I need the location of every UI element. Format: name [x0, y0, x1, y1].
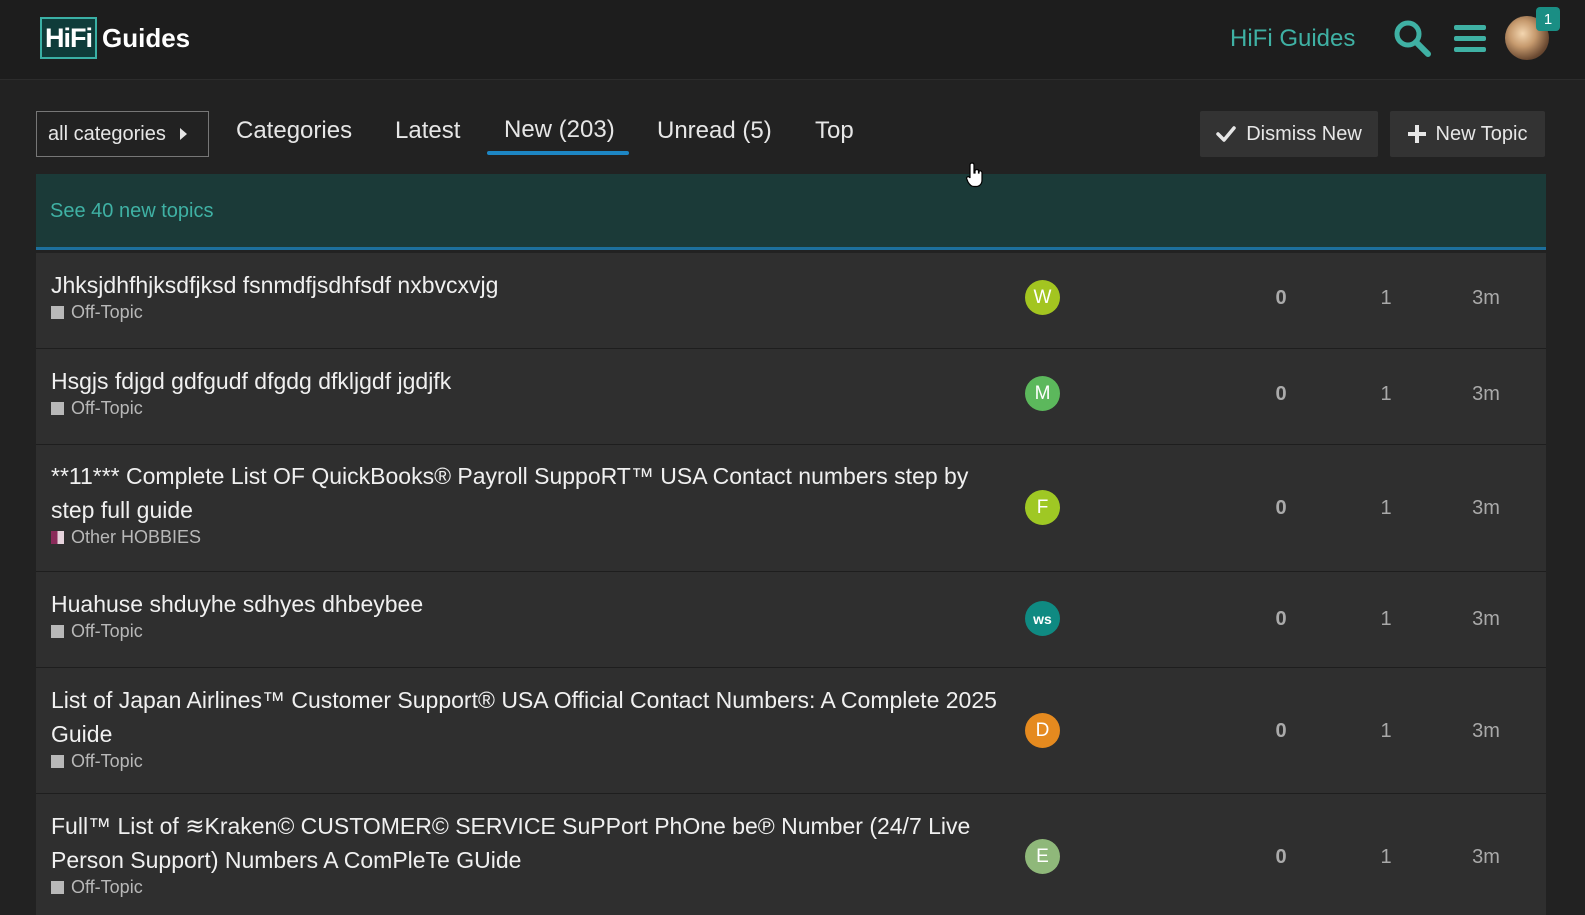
topic-title[interactable]: Jhksjdhfhjksdfjksd fsnmdfjsdhfsdf nxbvcx… [51, 268, 1016, 302]
tab-categories[interactable]: Categories [236, 117, 352, 145]
poster-avatar[interactable]: E [1025, 839, 1060, 874]
topic-category-label: Off-Topic [71, 877, 143, 897]
new-topic-label: New Topic [1435, 122, 1528, 145]
notification-badge[interactable]: 1 [1536, 7, 1560, 31]
views-count: 1 [1380, 720, 1392, 742]
replies-count[interactable]: 0 [1261, 383, 1301, 406]
site-logo[interactable]: HiFi Guides [40, 17, 190, 59]
category-swatch [51, 881, 64, 894]
tab-unread[interactable]: Unread (5) [657, 117, 772, 145]
topic-title[interactable]: List of Japan Airlines™ Customer Support… [51, 683, 1016, 751]
topic-title[interactable]: Hsgjs fdjgd gdfgudf dfgdg dfkljgdf jgdjf… [51, 364, 1016, 398]
topic-category-label: Off-Topic [71, 302, 143, 322]
dismiss-new-button[interactable]: Dismiss New [1200, 111, 1378, 157]
topic-row: Hsgjs fdjgd gdfgudf dfgdg dfkljgdf jgdjf… [36, 349, 1546, 445]
site-home-link[interactable]: HiFi Guides [1230, 25, 1355, 53]
topic-category-label: Off-Topic [71, 621, 143, 641]
topic-main: List of Japan Airlines™ Customer Support… [51, 683, 1016, 772]
replies-count[interactable]: 0 [1261, 720, 1301, 743]
replies-count[interactable]: 0 [1261, 287, 1301, 310]
activity-time[interactable]: 3m [1466, 287, 1506, 310]
views-count: 1 [1380, 608, 1392, 630]
replies-count[interactable]: 0 [1261, 846, 1301, 869]
topic-main: Jhksjdhfhjksdfjksd fsnmdfjsdhfsdf nxbvcx… [51, 268, 1016, 323]
caret-right-icon [179, 128, 187, 140]
category-swatch [51, 306, 64, 319]
topic-title[interactable]: Huahuse shduyhe sdhyes dhbeybee [51, 587, 1016, 621]
logo-box: HiFi [40, 17, 97, 59]
views-count: 1 [1380, 287, 1392, 309]
views-count: 1 [1380, 846, 1392, 868]
activity-time[interactable]: 3m [1466, 720, 1506, 743]
new-topic-button[interactable]: New Topic [1390, 111, 1545, 157]
topic-main: Huahuse shduyhe sdhyes dhbeybee Off-Topi… [51, 587, 1016, 642]
topic-category[interactable]: Other HOBBIES [51, 527, 1016, 548]
new-topics-banner[interactable]: See 40 new topics [36, 174, 1546, 250]
category-dropdown-label: all categories [48, 122, 166, 145]
topic-title[interactable]: Full™ List of ≋Kraken© CUSTOMER© SERVICE… [51, 809, 1016, 877]
active-tab-indicator [487, 151, 629, 155]
topic-main: **11*** Complete List OF QuickBooks® Pay… [51, 459, 1016, 548]
mouse-pointer-icon [966, 162, 984, 188]
activity-time[interactable]: 3m [1466, 608, 1506, 631]
topic-category[interactable]: Off-Topic [51, 877, 1016, 898]
topic-row: List of Japan Airlines™ Customer Support… [36, 668, 1546, 794]
plus-icon [1407, 125, 1426, 143]
topic-category[interactable]: Off-Topic [51, 398, 1016, 419]
poster-avatar[interactable]: M [1025, 376, 1060, 411]
search-icon[interactable] [1392, 18, 1432, 58]
activity-time[interactable]: 3m [1466, 846, 1506, 869]
replies-count[interactable]: 0 [1261, 608, 1301, 631]
topic-category-label: Off-Topic [71, 751, 143, 771]
topic-row: Full™ List of ≋Kraken© CUSTOMER© SERVICE… [36, 794, 1546, 915]
topic-row: Jhksjdhfhjksdfjksd fsnmdfjsdhfsdf nxbvcx… [36, 253, 1546, 349]
poster-avatar[interactable]: F [1025, 490, 1060, 525]
views-count: 1 [1380, 497, 1392, 519]
topic-main: Full™ List of ≋Kraken© CUSTOMER© SERVICE… [51, 809, 1016, 898]
category-swatch [51, 531, 64, 544]
new-topics-banner-text[interactable]: See 40 new topics [50, 200, 213, 223]
site-header: HiFi Guides HiFi Guides 1 [0, 0, 1585, 80]
topic-category-label: Off-Topic [71, 398, 143, 418]
topic-main: Hsgjs fdjgd gdfgudf dfgdg dfkljgdf jgdjf… [51, 364, 1016, 419]
replies-count[interactable]: 0 [1261, 497, 1301, 520]
poster-avatar[interactable]: D [1025, 713, 1060, 748]
activity-time[interactable]: 3m [1466, 383, 1506, 406]
tab-new[interactable]: New (203) [504, 116, 615, 144]
topic-category-label: Other HOBBIES [71, 527, 202, 547]
tab-top[interactable]: Top [815, 117, 854, 145]
dismiss-new-label: Dismiss New [1246, 122, 1362, 145]
topic-category[interactable]: Off-Topic [51, 302, 1016, 323]
check-icon [1216, 125, 1236, 143]
tab-latest[interactable]: Latest [395, 117, 460, 145]
category-dropdown[interactable]: all categories [36, 111, 209, 157]
hamburger-menu-icon[interactable] [1452, 18, 1492, 58]
topic-title[interactable]: **11*** Complete List OF QuickBooks® Pay… [51, 459, 1016, 527]
topic-row: **11*** Complete List OF QuickBooks® Pay… [36, 445, 1546, 572]
category-swatch [51, 625, 64, 638]
topic-list: Jhksjdhfhjksdfjksd fsnmdfjsdhfsdf nxbvcx… [36, 253, 1546, 915]
activity-time[interactable]: 3m [1466, 497, 1506, 520]
poster-avatar[interactable]: ws [1025, 601, 1060, 636]
topic-row: Huahuse shduyhe sdhyes dhbeybee Off-Topi… [36, 572, 1546, 668]
topic-category[interactable]: Off-Topic [51, 621, 1016, 642]
category-swatch [51, 402, 64, 415]
topic-category[interactable]: Off-Topic [51, 751, 1016, 772]
logo-text: Guides [102, 22, 191, 53]
category-swatch [51, 755, 64, 768]
views-count: 1 [1380, 383, 1392, 405]
poster-avatar[interactable]: W [1025, 280, 1060, 315]
